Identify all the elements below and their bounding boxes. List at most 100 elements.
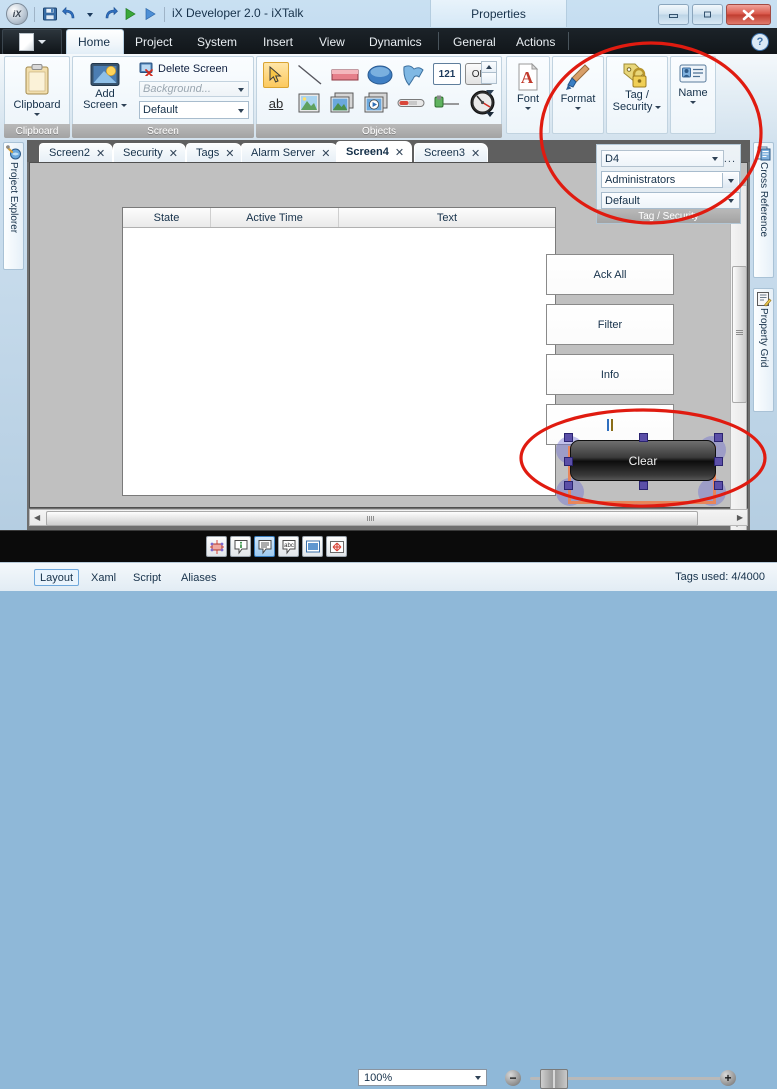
status-tab-aliases[interactable]: Aliases bbox=[176, 569, 221, 586]
background-combo[interactable]: Background... bbox=[139, 81, 249, 97]
select-tool-icon[interactable] bbox=[263, 62, 289, 88]
slider-tool-icon[interactable] bbox=[395, 90, 427, 116]
run-icon[interactable] bbox=[121, 6, 138, 23]
resize-handle-w[interactable] bbox=[564, 457, 573, 466]
zoom-slider-thumb[interactable] bbox=[540, 1069, 568, 1089]
delete-screen-button[interactable]: Delete Screen bbox=[139, 62, 228, 76]
column-header-active-time[interactable]: Active Time bbox=[211, 208, 339, 227]
document-tab-security[interactable]: Security ✕ bbox=[113, 143, 186, 162]
scrollbar-thumb[interactable] bbox=[732, 266, 747, 403]
snap-to-grid-icon[interactable] bbox=[206, 536, 227, 557]
column-header-state[interactable]: State bbox=[123, 208, 211, 227]
resize-handle-nw[interactable] bbox=[564, 433, 573, 442]
chevron-down-icon[interactable] bbox=[34, 113, 40, 116]
objects-scroll-block-icon[interactable] bbox=[481, 72, 497, 84]
document-tab-alarm-server[interactable]: Alarm Server ✕ bbox=[241, 143, 339, 162]
numeric-box-icon[interactable]: 121 bbox=[433, 63, 461, 85]
tag-security-popup[interactable]: D4 ... Administrators Default Tag / Secu… bbox=[596, 144, 741, 224]
close-icon[interactable]: ✕ bbox=[225, 147, 234, 160]
clipboard-button[interactable]: Clipboard bbox=[5, 63, 69, 116]
canvas-horizontal-scrollbar[interactable]: ◀ ▶ bbox=[29, 509, 748, 526]
undo-dropdown-icon[interactable] bbox=[81, 6, 98, 23]
status-tab-script[interactable]: Script bbox=[128, 569, 166, 586]
status-tab-xaml[interactable]: Xaml bbox=[86, 569, 121, 586]
resize-handle-n[interactable] bbox=[639, 433, 648, 442]
chevron-down-icon[interactable] bbox=[690, 101, 696, 104]
show-background-icon[interactable] bbox=[302, 536, 323, 557]
sidebar-item-project-explorer[interactable]: Project Explorer bbox=[3, 142, 24, 270]
scrollbar-thumb[interactable] bbox=[46, 511, 698, 526]
objects-scroll-down-icon[interactable] bbox=[483, 87, 497, 97]
application-menu-button[interactable] bbox=[2, 29, 62, 55]
column-header-text[interactable]: Text bbox=[339, 208, 555, 227]
format-button[interactable]: Format bbox=[553, 63, 603, 110]
scroll-right-icon[interactable]: ▶ bbox=[737, 513, 743, 522]
show-info-icon[interactable] bbox=[230, 536, 251, 557]
undo-icon[interactable] bbox=[61, 6, 78, 23]
close-icon[interactable]: ✕ bbox=[96, 147, 105, 160]
ribbon-tab-project[interactable]: Project bbox=[124, 29, 183, 54]
ribbon-tab-home[interactable]: Home bbox=[66, 29, 124, 54]
trim-slider-icon[interactable] bbox=[431, 90, 463, 116]
ribbon-tab-dynamics[interactable]: Dynamics bbox=[358, 29, 433, 54]
fit-to-window-icon[interactable] bbox=[326, 536, 347, 557]
ellipse-tool-icon[interactable] bbox=[365, 62, 395, 88]
ack-all-button[interactable]: Ack All bbox=[546, 254, 674, 295]
ribbon-tab-general[interactable]: General bbox=[442, 29, 507, 54]
tag-combo[interactable]: D4 bbox=[601, 150, 724, 167]
chevron-down-icon[interactable] bbox=[655, 105, 662, 109]
ribbon-tab-system[interactable]: System bbox=[186, 29, 248, 54]
tag-browse-button[interactable]: ... bbox=[724, 153, 736, 165]
chevron-down-icon[interactable] bbox=[722, 173, 738, 188]
tag-security-button[interactable]: Tag / Security bbox=[607, 61, 667, 113]
redo-icon[interactable] bbox=[101, 6, 118, 23]
info-button[interactable]: Info bbox=[546, 354, 674, 395]
chevron-down-icon[interactable] bbox=[575, 107, 581, 110]
multi-picture-icon[interactable] bbox=[327, 90, 357, 116]
objects-more-icon[interactable] bbox=[484, 109, 496, 119]
contextual-tab-properties[interactable]: Properties bbox=[430, 0, 567, 27]
picture-tool-icon[interactable] bbox=[295, 90, 323, 116]
document-tab-screen4[interactable]: Screen4 ✕ bbox=[336, 141, 413, 162]
sidebar-item-cross-reference[interactable]: Cross Reference bbox=[753, 142, 774, 278]
help-icon[interactable]: ? bbox=[751, 33, 769, 51]
zoom-combo[interactable]: 100% bbox=[358, 1069, 487, 1086]
close-button[interactable] bbox=[726, 4, 771, 25]
chevron-down-icon[interactable] bbox=[120, 104, 127, 107]
document-tab-screen3[interactable]: Screen3 ✕ bbox=[414, 143, 489, 162]
text-tool-icon[interactable]: ab bbox=[263, 90, 289, 116]
font-button[interactable]: A Font bbox=[507, 63, 549, 110]
line-tool-icon[interactable] bbox=[295, 62, 325, 88]
name-button[interactable]: Name bbox=[671, 63, 715, 104]
close-icon[interactable]: ✕ bbox=[395, 146, 404, 159]
ribbon-tab-view[interactable]: View bbox=[308, 29, 356, 54]
ribbon-tab-actions[interactable]: Actions bbox=[505, 29, 566, 54]
document-tab-screen2[interactable]: Screen2 ✕ bbox=[39, 143, 114, 162]
abc-tooltip-icon[interactable]: abc bbox=[278, 536, 299, 557]
visibility-combo[interactable]: Default bbox=[601, 192, 740, 209]
polygon-tool-icon[interactable] bbox=[399, 62, 429, 88]
filter-button[interactable]: Filter bbox=[546, 304, 674, 345]
zoom-in-button[interactable]: + bbox=[720, 1070, 736, 1086]
tooltip-icon[interactable] bbox=[254, 536, 275, 557]
document-tab-tags[interactable]: Tags ✕ bbox=[186, 143, 243, 162]
chevron-down-icon[interactable] bbox=[525, 107, 531, 110]
ribbon-tab-insert[interactable]: Insert bbox=[252, 29, 304, 54]
status-tab-layout[interactable]: Layout bbox=[34, 569, 80, 586]
sidebar-item-property-grid[interactable]: Property Grid bbox=[753, 288, 774, 412]
save-icon[interactable] bbox=[41, 6, 58, 23]
add-screen-button[interactable]: Add Screen bbox=[77, 62, 133, 111]
scroll-left-icon[interactable]: ◀ bbox=[34, 513, 40, 522]
security-combo[interactable]: Administrators bbox=[601, 171, 740, 188]
run-alt-icon[interactable] bbox=[141, 6, 158, 23]
clear-button[interactable]: Clear bbox=[570, 440, 716, 481]
resize-handle-s[interactable] bbox=[639, 481, 648, 490]
maximize-button[interactable] bbox=[692, 4, 723, 25]
resize-handle-ne[interactable] bbox=[714, 433, 723, 442]
ix-logo-icon[interactable]: iX bbox=[6, 3, 28, 25]
resize-handle-e[interactable] bbox=[714, 457, 723, 466]
zoom-out-button[interactable]: − bbox=[505, 1070, 521, 1086]
resize-handle-se[interactable] bbox=[714, 481, 723, 490]
close-icon[interactable]: ✕ bbox=[321, 147, 330, 160]
alarm-viewer-control[interactable]: State Active Time Text bbox=[122, 207, 556, 496]
